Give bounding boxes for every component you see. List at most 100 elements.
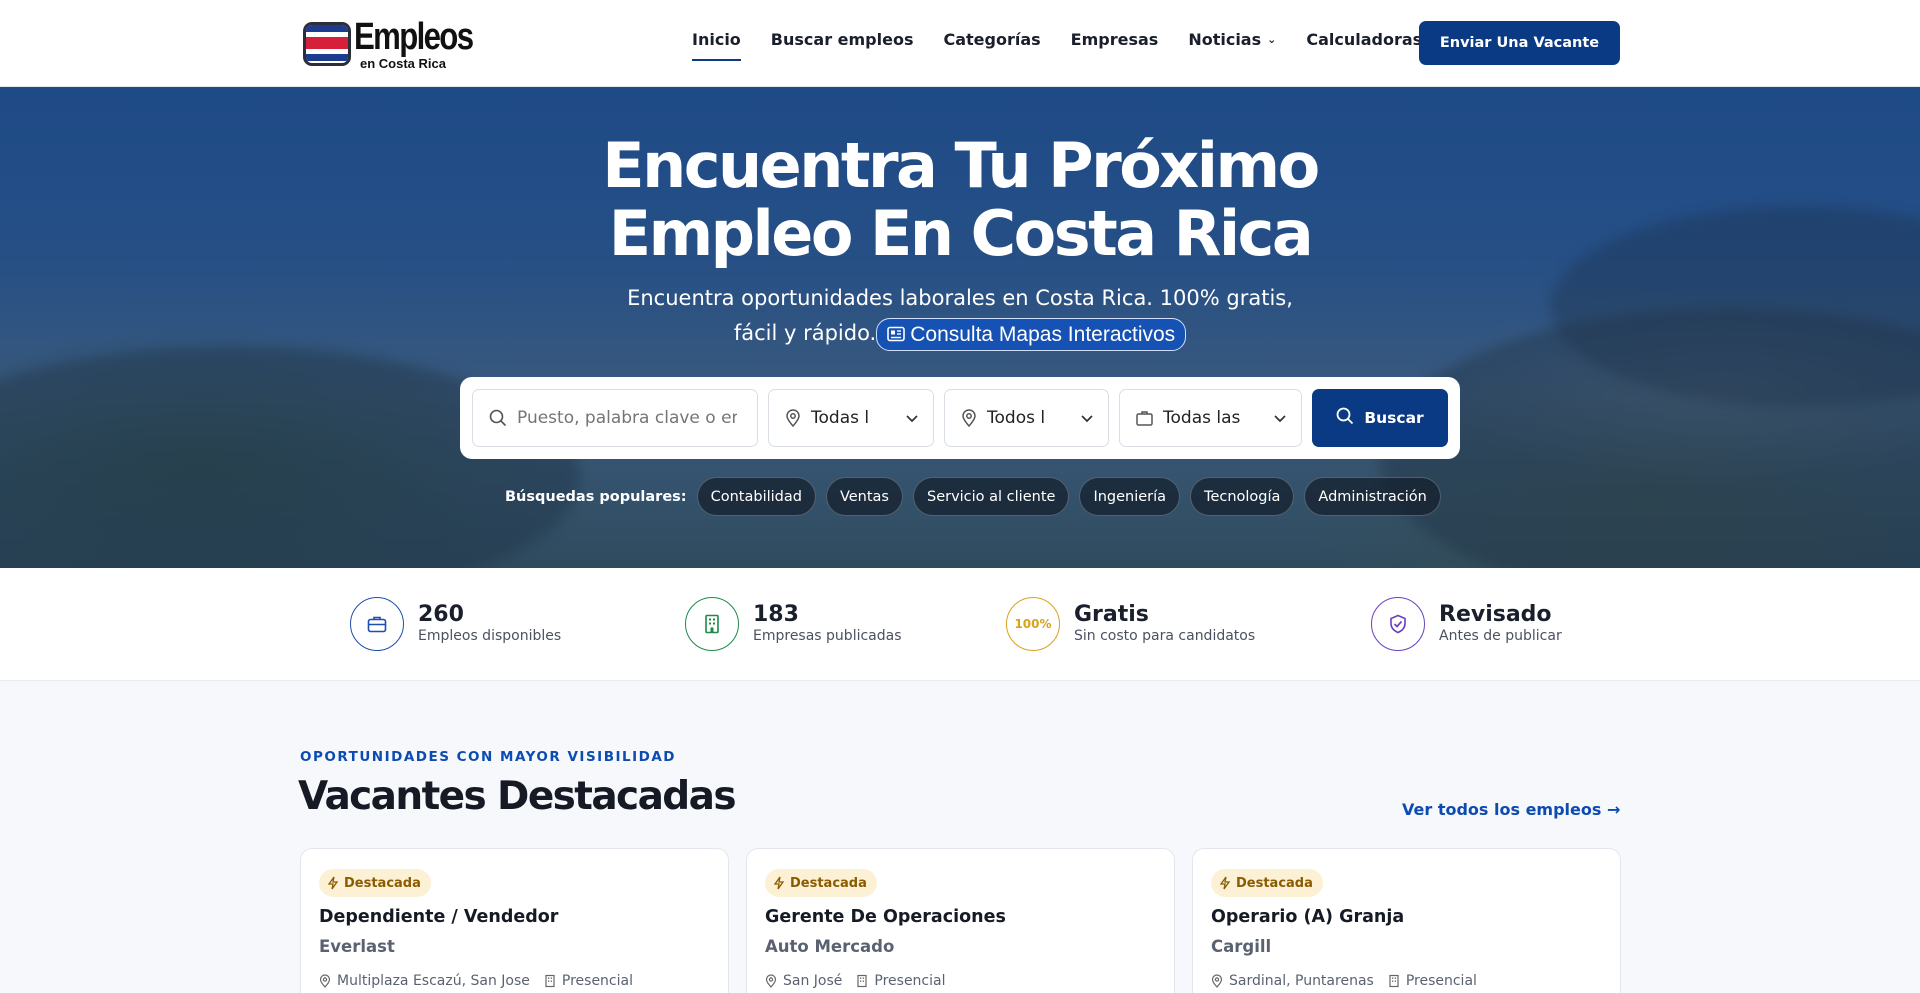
job-meta: Multiplaza Escazú, San Jose Presencial — [319, 973, 647, 989]
featured-job-card[interactable]: Destacada Dependiente / Vendedor Everlas… — [300, 848, 729, 993]
nav-item-buscar-empleos[interactable]: Buscar empleos — [771, 30, 914, 49]
job-title: Operario (A) Granja — [1211, 907, 1405, 927]
hero-title: Encuentra Tu Próximo Empleo En Costa Ric… — [0, 132, 1920, 268]
stat-companies-value: 183 — [753, 602, 799, 627]
stat-free-value: Gratis — [1074, 602, 1149, 627]
map-pin-icon — [961, 409, 977, 427]
briefcase-icon — [1136, 410, 1153, 426]
stat-jobs-value: 260 — [418, 602, 464, 627]
job-modality: Presencial — [1405, 973, 1477, 989]
map-pin-icon — [1211, 974, 1223, 988]
logo-title: Empleos — [354, 16, 474, 58]
featured-job-card[interactable]: Destacada Operario (A) Granja Cargill Sa… — [1192, 848, 1621, 993]
keyword-search-field[interactable] — [472, 389, 758, 447]
job-title: Gerente De Operaciones — [765, 907, 1006, 927]
nav-item-categorias[interactable]: Categorías — [943, 30, 1040, 49]
stat-free: 100% Gratis Sin costo para candidatos — [1006, 597, 1255, 651]
popular-tag-contabilidad[interactable]: Contabilidad — [696, 477, 816, 516]
building-icon — [1389, 974, 1399, 988]
nav-item-noticias-label: Noticias — [1188, 30, 1262, 49]
stat-reviewed-value: Revisado — [1439, 602, 1552, 627]
popular-searches-label: Búsquedas populares: — [505, 488, 687, 505]
view-all-jobs-link[interactable]: Ver todos los empleos → — [1402, 800, 1620, 819]
canton-select[interactable]: Todos l — [944, 389, 1109, 447]
job-meta: San José Presencial — [765, 973, 959, 989]
building-icon — [685, 597, 739, 651]
nav-item-calculadoras[interactable]: Calculadoras — [1306, 30, 1422, 49]
job-title: Dependiente / Vendedor — [319, 907, 559, 927]
interactive-maps-label: Consulta Mapas Interactivos — [910, 322, 1176, 346]
chevron-down-icon: ⌄ — [1267, 33, 1277, 46]
stat-companies: 183 Empresas publicadas — [685, 597, 902, 651]
company-name: Auto Mercado — [765, 937, 895, 956]
job-location: Multiplaza Escazú, San Jose — [337, 973, 530, 989]
keyword-input[interactable] — [517, 408, 737, 428]
hero-section: Encuentra Tu Próximo Empleo En Costa Ric… — [0, 87, 1920, 568]
lightning-icon — [1219, 876, 1231, 890]
stat-jobs-label: Empleos disponibles — [418, 628, 562, 644]
hero-subtitle-line1: Encuentra oportunidades laborales en Cos… — [627, 286, 1293, 310]
job-modality: Presencial — [561, 973, 633, 989]
popular-searches: Búsquedas populares: Contabilidad Ventas… — [505, 477, 1451, 516]
chevron-down-icon — [1080, 410, 1094, 430]
hero-title-line1: Encuentra Tu Próximo — [602, 129, 1320, 202]
chevron-down-icon — [905, 410, 919, 430]
top-navbar: Empleos en Costa Rica Inicio Buscar empl… — [0, 0, 1920, 87]
map-pin-icon — [765, 974, 777, 988]
building-icon — [857, 974, 867, 988]
site-logo[interactable]: Empleos en Costa Rica — [306, 18, 498, 70]
map-pin-icon — [785, 409, 801, 427]
job-meta: Sardinal, Puntarenas Presencial — [1211, 973, 1491, 989]
popular-tag-ventas[interactable]: Ventas — [825, 477, 903, 516]
stat-free-label: Sin costo para candidatos — [1074, 628, 1256, 644]
main-menu: Inicio Buscar empleos Categorías Empresa… — [692, 30, 1452, 61]
featured-title: Vacantes Destacadas — [298, 774, 737, 819]
submit-vacancy-button[interactable]: Enviar Una Vacante — [1419, 21, 1620, 65]
category-select[interactable]: Todas las — [1119, 389, 1302, 447]
featured-job-card[interactable]: Destacada Gerente De Operaciones Auto Me… — [746, 848, 1175, 993]
hero-subtitle: Encuentra oportunidades laborales en Cos… — [0, 281, 1920, 351]
stat-jobs: 260 Empleos disponibles — [350, 597, 561, 651]
stats-bar: 260 Empleos disponibles 183 Empresas pub… — [0, 568, 1920, 681]
search-submit-button[interactable]: Buscar — [1312, 389, 1448, 447]
canton-select-value: Todos l — [987, 408, 1046, 428]
featured-badge-label: Destacada — [790, 875, 867, 891]
briefcase-icon — [350, 597, 404, 651]
logo-subtitle: en Costa Rica — [360, 56, 446, 71]
job-location: Sardinal, Puntarenas — [1229, 973, 1374, 989]
stat-reviewed-label: Antes de publicar — [1439, 628, 1562, 644]
featured-badge-label: Destacada — [344, 875, 421, 891]
search-icon — [1336, 407, 1354, 429]
province-select[interactable]: Todas l — [768, 389, 934, 447]
popular-tag-servicio-al-cliente[interactable]: Servicio al cliente — [912, 477, 1070, 516]
lightning-icon — [773, 876, 785, 890]
featured-badge-label: Destacada — [1236, 875, 1313, 891]
popular-tag-tecnologia[interactable]: Tecnología — [1190, 477, 1295, 516]
interactive-maps-link[interactable]: Consulta Mapas Interactivos — [876, 317, 1187, 351]
hero-title-line2: Empleo En Costa Rica — [608, 197, 1314, 270]
featured-badge: Destacada — [765, 869, 877, 897]
company-name: Everlast — [319, 937, 395, 956]
category-select-value: Todas las — [1163, 408, 1241, 428]
costa-rica-flag-icon — [306, 25, 348, 63]
stat-companies-label: Empresas publicadas — [753, 628, 902, 644]
company-name: Cargill — [1211, 937, 1272, 956]
hero-subtitle-line2: fácil y rápido. — [733, 321, 877, 345]
nav-item-inicio[interactable]: Inicio — [692, 30, 741, 61]
building-icon — [545, 974, 555, 988]
job-search-form: Todas l Todos l Todas las Buscar — [460, 377, 1460, 459]
nav-item-empresas[interactable]: Empresas — [1071, 30, 1159, 49]
job-modality: Presencial — [874, 973, 946, 989]
chevron-down-icon — [1273, 410, 1287, 430]
lightning-icon — [327, 876, 339, 890]
province-select-value: Todas l — [811, 408, 870, 428]
job-location: San José — [783, 973, 843, 989]
map-card-icon — [887, 326, 906, 342]
popular-tag-ingenieria[interactable]: Ingeniería — [1079, 477, 1181, 516]
shield-check-icon — [1371, 597, 1425, 651]
nav-item-noticias[interactable]: Noticias ⌄ — [1188, 30, 1276, 49]
featured-eyebrow: OPORTUNIDADES CON MAYOR VISIBILIDAD — [300, 749, 676, 765]
search-icon — [489, 409, 507, 427]
popular-tag-administracion[interactable]: Administración — [1304, 477, 1441, 516]
search-button-label: Buscar — [1364, 409, 1424, 427]
